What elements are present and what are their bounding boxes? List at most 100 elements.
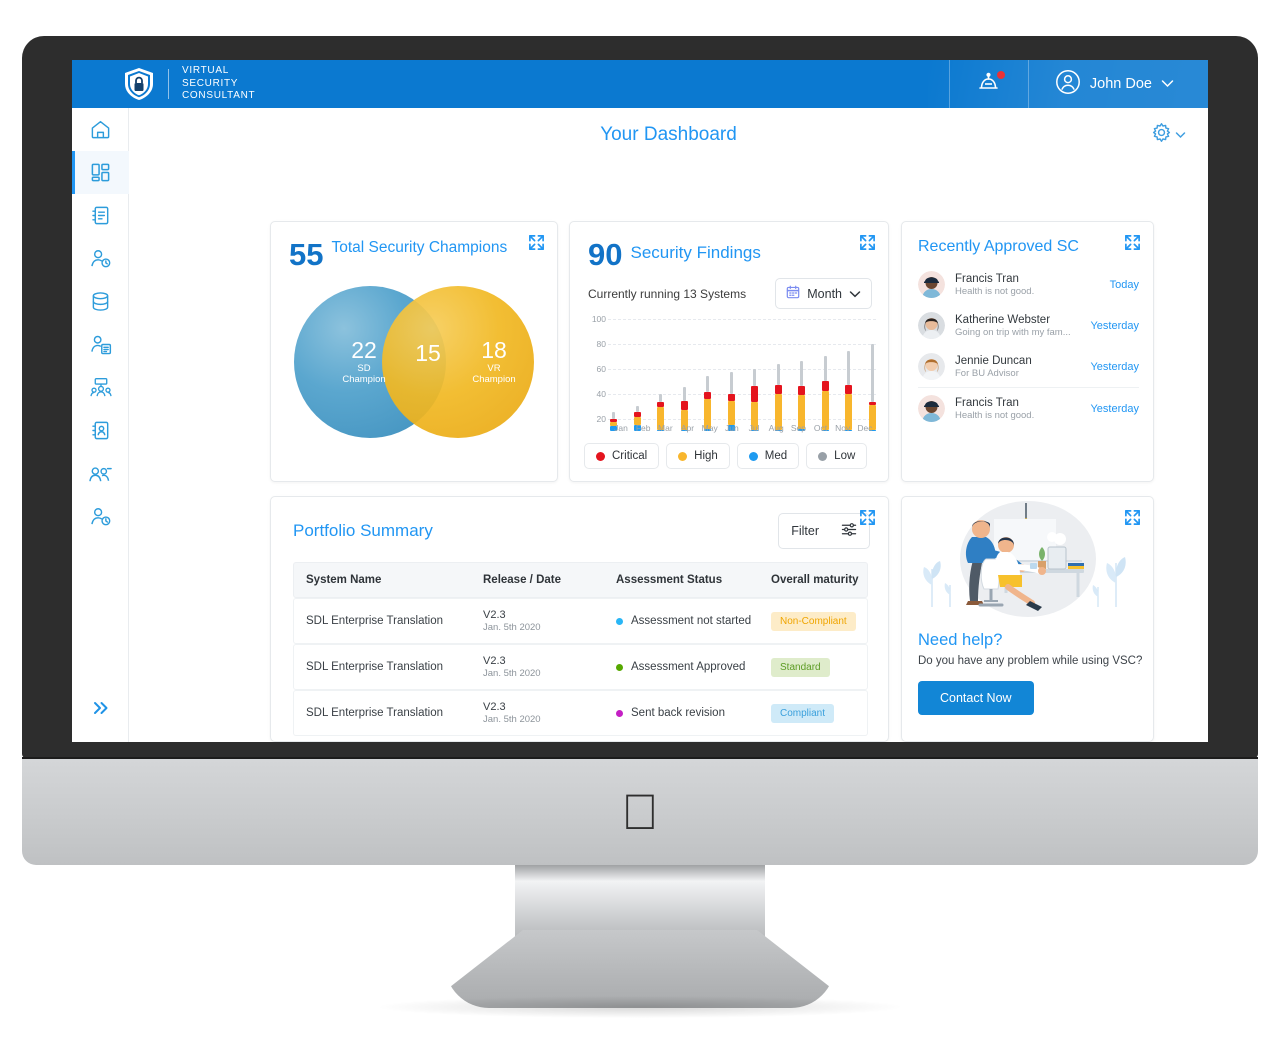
expand-icon[interactable] (859, 509, 876, 531)
champions-headline: 55 Total Security Champions (271, 222, 557, 270)
range-selector[interactable]: Month (775, 278, 872, 309)
legend-label: High (694, 450, 718, 462)
bar-column (704, 331, 712, 431)
expand-icon[interactable] (528, 234, 545, 256)
sidebar-collapse-button[interactable] (72, 690, 129, 730)
x-axis-label: Jan (614, 423, 628, 433)
legend-chip[interactable]: Low (806, 443, 868, 469)
sidebar-item-users-group[interactable] (72, 452, 129, 495)
legend-chip[interactable]: Critical (584, 443, 660, 469)
bar-segment-low (682, 387, 686, 401)
list-item-name: Jennie Duncan (955, 354, 1032, 367)
notifications-button[interactable] (950, 60, 1028, 108)
browser-screen: VIRTUAL SECURITY CONSULTANT John Doe You… (72, 60, 1208, 742)
bar-segment-low (612, 412, 615, 419)
bar-segment-low (776, 363, 780, 385)
column-header-system-name: System Name (293, 562, 471, 598)
table-row[interactable]: SDL Enterprise Translation V2.3 Jan. 5th 2… (293, 598, 868, 644)
user-name: John Doe (1089, 76, 1152, 92)
monitor-shadow (380, 996, 900, 1018)
bar-segment-critical (821, 381, 829, 391)
list-item[interactable]: Katherine Webster Going on trip with my f… (918, 305, 1139, 346)
cell-release-date: V2.3 Jan. 5th 2020 (471, 598, 604, 644)
page-title: Your Dashboard (600, 124, 737, 145)
x-axis-label: Nov (835, 423, 851, 433)
x-axis-label: Dec (857, 423, 873, 433)
avatar (918, 271, 945, 298)
x-axis-label: Sep (790, 423, 806, 433)
help-subtitle: Do you have any problem while using VSC? (918, 655, 1143, 667)
list-item-time: Yesterday (1090, 360, 1139, 373)
filter-label: Filter (791, 524, 819, 538)
table-row[interactable]: SDL Enterprise Translation V2.3 Jan. 5th 2… (293, 690, 868, 736)
legend-label: Critical (612, 450, 648, 462)
user-menu[interactable]: John Doe (1029, 60, 1208, 108)
approved-card-title: Recently Approved SC (918, 238, 1079, 255)
security-findings-card: 90 Security Findings Currently running 1… (569, 221, 889, 482)
bar-column (868, 331, 876, 431)
list-item-name: Francis Tran (955, 396, 1019, 409)
brand-logo[interactable]: VIRTUAL SECURITY CONSULTANT (124, 65, 255, 103)
sidebar-item-team-presentation[interactable] (72, 366, 129, 409)
list-item[interactable]: Francis Tran Health is not good. Yesterday (918, 387, 1139, 429)
settings-button[interactable] (1151, 122, 1186, 148)
contact-now-button[interactable]: Contact Now (918, 681, 1034, 715)
findings-count: 90 (588, 237, 623, 272)
bar-column (633, 331, 641, 431)
release-date: Jan. 5th 2020 (483, 714, 541, 725)
bar-segment-low (800, 361, 804, 386)
sidebar-item-dashboard[interactable] (72, 151, 129, 194)
expand-icon[interactable] (1124, 234, 1141, 256)
portfolio-title: Portfolio Summary (293, 521, 433, 540)
status-dot (616, 617, 623, 625)
portfolio-summary-card: Portfolio Summary Filter System Name Rel… (270, 496, 889, 742)
venn-label-overlap: 15 (394, 341, 462, 366)
champions-count: 55 (289, 237, 324, 272)
need-help-card: Need help? Do you have any problem while… (901, 496, 1154, 742)
list-item-name: Francis Tran (955, 272, 1019, 285)
legend-chip[interactable]: High (666, 443, 730, 469)
expand-icon[interactable] (859, 234, 876, 256)
filter-button[interactable]: Filter (778, 513, 870, 549)
brand-text: VIRTUAL SECURITY CONSULTANT (182, 65, 255, 103)
database-icon (91, 291, 110, 312)
sidebar-item-user-settings[interactable] (72, 237, 129, 280)
list-item[interactable]: Jennie Duncan For BU Advisor Yesterday (918, 346, 1139, 387)
sidebar-item-database[interactable] (72, 280, 129, 323)
venn-vr-line1: VR (487, 363, 501, 374)
contact-book-icon (91, 420, 111, 441)
bar-segment-low (706, 376, 710, 393)
cell-release-date: V2.3 Jan. 5th 2020 (471, 690, 604, 736)
release-date: Jan. 5th 2020 (483, 668, 541, 679)
legend-chip[interactable]: Med (736, 443, 800, 469)
sidebar-item-user-clock[interactable] (72, 495, 129, 538)
bar-segment-critical (727, 393, 735, 401)
team-presentation-icon (89, 377, 112, 398)
avatar (918, 395, 945, 422)
shield-lock-icon (124, 67, 154, 101)
sidebar-item-user-card[interactable] (72, 323, 129, 366)
list-item[interactable]: Francis Tran Health is not good. Today (918, 264, 1139, 305)
venn-vr-value: 18 (481, 337, 507, 363)
sidebar-item-notebook[interactable] (72, 194, 129, 237)
y-axis-tick: 60 (596, 364, 606, 374)
chart-legend: Critical High Med Low (570, 431, 888, 469)
y-axis-tick: 100 (591, 314, 606, 324)
bar-segment-critical (798, 386, 806, 395)
champions-label: Total Security Champions (331, 239, 508, 256)
bar-segment-low (729, 372, 733, 394)
brand-line-1: VIRTUAL (182, 65, 229, 77)
approved-sc-list: Francis Tran Health is not good. Today Kath… (902, 256, 1153, 429)
list-item-note: Going on trip with my fam... (955, 326, 1071, 338)
cell-system-name: SDL Enterprise Translation (293, 690, 471, 736)
list-item-time: Yesterday (1090, 319, 1139, 332)
sidebar-item-home[interactable] (72, 108, 129, 151)
recently-approved-sc-card: Recently Approved SC Francis Tran Health … (901, 221, 1154, 482)
sidebar-item-contact-book[interactable] (72, 409, 129, 452)
list-item-note: Health is not good. (955, 409, 1035, 421)
table-row[interactable]: SDL Enterprise Translation V2.3 Jan. 5th 2… (293, 644, 868, 690)
bar-column (680, 331, 688, 431)
bar-column (821, 331, 829, 431)
venn-label-sd: 22 SD Champion (328, 338, 400, 386)
bar-column (610, 331, 617, 431)
